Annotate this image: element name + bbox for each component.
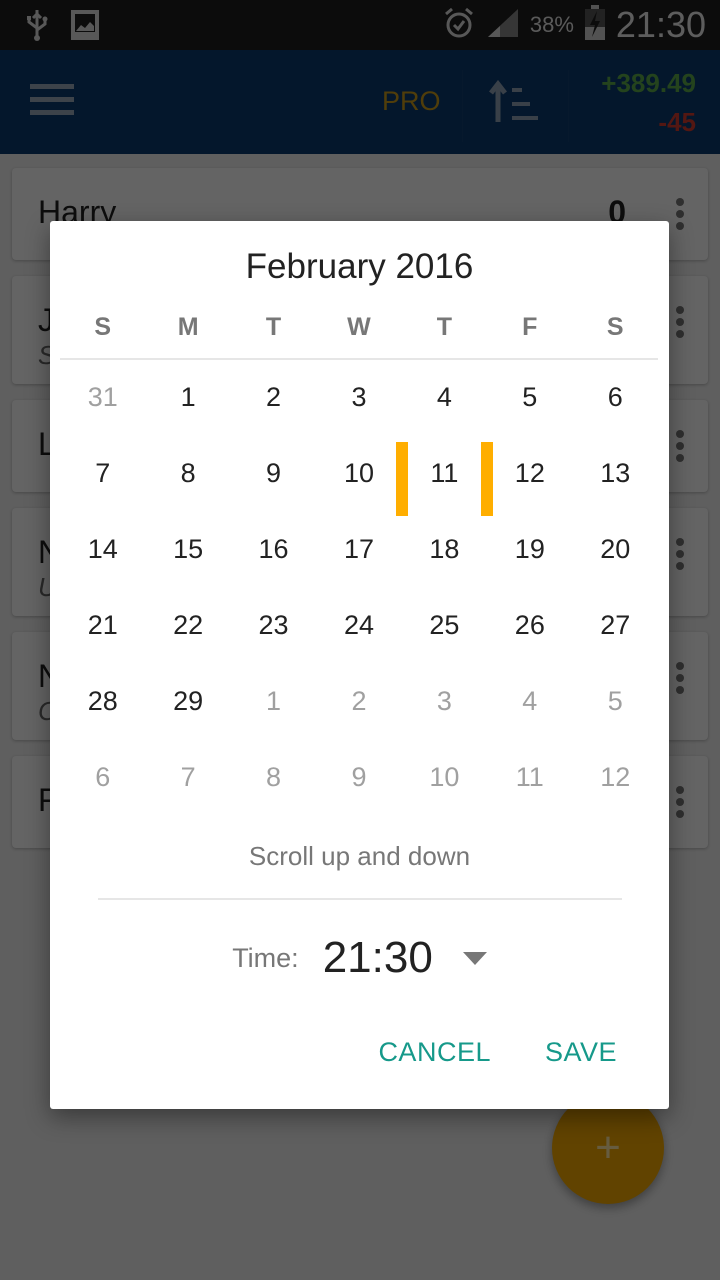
calendar-day[interactable]: 2: [231, 359, 316, 435]
scroll-hint: Scroll up and down: [248, 841, 471, 871]
calendar-day[interactable]: 15: [145, 511, 230, 587]
calendar-day[interactable]: 9: [316, 739, 401, 815]
calendar-day[interactable]: 18: [402, 511, 487, 587]
calendar-grid[interactable]: 31 1 2 3 4 5 6 7 8 9 10 11 12 13 14 15 16 17 18 19 20 21 22 23 2…: [60, 359, 658, 815]
calendar-day[interactable]: 3: [402, 663, 487, 739]
calendar-day[interactable]: 19: [487, 511, 572, 587]
calendar-day[interactable]: 20: [573, 511, 658, 587]
calendar-day[interactable]: 10: [402, 739, 487, 815]
cancel-button[interactable]: CANCEL: [378, 1037, 491, 1068]
calendar-day[interactable]: 7: [145, 739, 230, 815]
date-time-picker-dialog: February 2016 SMTWTFS 31 1 2 3 4 5 6 7 8 9 10 11 12 1…: [50, 221, 669, 1109]
calendar-day[interactable]: 22: [145, 587, 230, 663]
month-title: February 2016: [245, 247, 474, 286]
dropdown-arrow-icon[interactable]: [462, 951, 487, 965]
time-label: Time:: [232, 942, 299, 973]
weekday-label: T: [265, 313, 282, 341]
calendar-day[interactable]: 10: [316, 435, 401, 511]
calendar-week-row: 21 22 23 24 25 26 27: [60, 587, 658, 663]
calendar-day[interactable]: 17: [316, 511, 401, 587]
calendar-week-row: 28 29 1 2 3 4 5: [60, 663, 658, 739]
weekday-label: S: [606, 313, 624, 341]
calendar-day[interactable]: 28: [60, 663, 145, 739]
calendar-week-row: 7 8 9 10 11 12 13: [60, 435, 658, 516]
calendar-day[interactable]: 25: [402, 587, 487, 663]
calendar-day[interactable]: 27: [573, 587, 658, 663]
weekday-label: M: [177, 313, 199, 341]
calendar-day[interactable]: 26: [487, 587, 572, 663]
calendar-day[interactable]: 16: [231, 511, 316, 587]
calendar-day[interactable]: 6: [60, 739, 145, 815]
calendar-day[interactable]: 4: [487, 663, 572, 739]
divider: [98, 898, 622, 900]
calendar-day[interactable]: 6: [573, 359, 658, 435]
calendar-day[interactable]: 12: [487, 435, 572, 511]
time-row: Time: 21:30: [50, 933, 669, 983]
calendar-day[interactable]: 23: [231, 587, 316, 663]
weekday-label: S: [94, 313, 112, 341]
calendar-day[interactable]: 1: [231, 663, 316, 739]
calendar-day[interactable]: 5: [487, 359, 572, 435]
calendar-day[interactable]: 4: [402, 359, 487, 435]
calendar-day[interactable]: 24: [316, 587, 401, 663]
calendar-week-row: 6 7 8 9 10 11 12: [60, 739, 658, 815]
calendar-day[interactable]: 13: [573, 435, 658, 511]
save-button[interactable]: SAVE: [545, 1037, 617, 1068]
calendar-day[interactable]: 2: [316, 663, 401, 739]
calendar-day[interactable]: 9: [231, 435, 316, 511]
weekday-label: F: [522, 313, 538, 341]
calendar-day[interactable]: 14: [60, 511, 145, 587]
calendar-day[interactable]: 1: [145, 359, 230, 435]
weekday-label: T: [436, 313, 453, 341]
calendar-day-selected[interactable]: 11: [395, 435, 494, 516]
calendar-day[interactable]: 12: [573, 739, 658, 815]
weekday-header: SMTWTFS: [60, 313, 658, 342]
calendar-day[interactable]: 7: [60, 435, 145, 511]
calendar-day[interactable]: 29: [145, 663, 230, 739]
dialog-actions: CANCEL SAVE: [378, 1037, 617, 1068]
calendar-day[interactable]: 11: [487, 739, 572, 815]
calendar-day[interactable]: 3: [316, 359, 401, 435]
calendar-week-row: 14 15 16 17 18 19 20: [60, 511, 658, 587]
calendar-week-row: 31 1 2 3 4 5 6: [60, 359, 658, 435]
time-spinner[interactable]: 21:30: [323, 933, 433, 983]
calendar-day[interactable]: 5: [573, 663, 658, 739]
calendar-day[interactable]: 31: [60, 359, 145, 435]
weekday-label: W: [347, 313, 371, 341]
calendar-day[interactable]: 8: [145, 435, 230, 511]
calendar-day[interactable]: 8: [231, 739, 316, 815]
calendar-day[interactable]: 21: [60, 587, 145, 663]
